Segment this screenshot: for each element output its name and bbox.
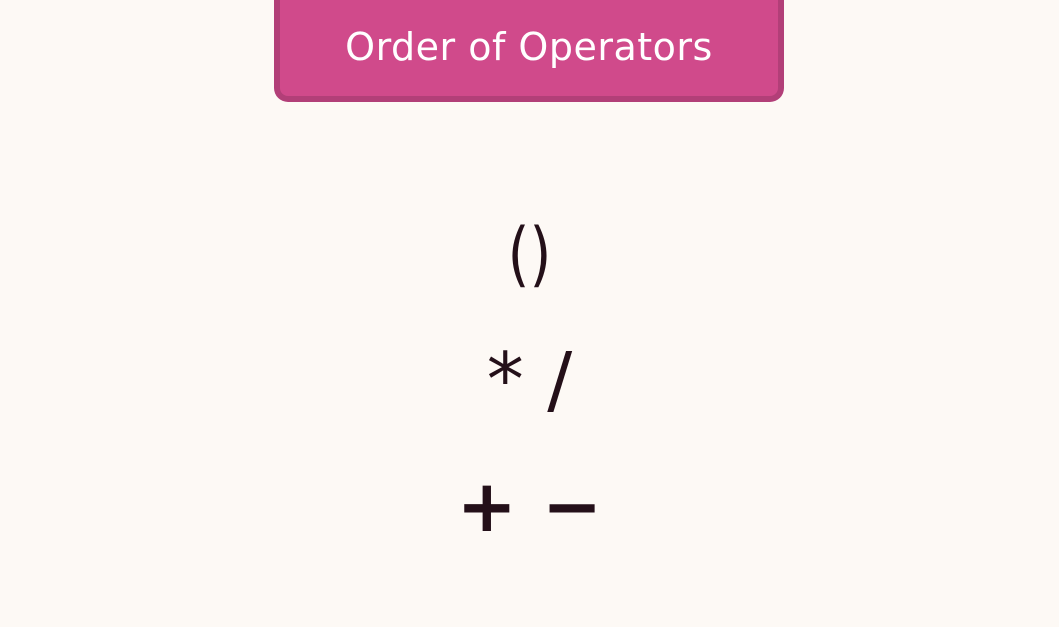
operator-row-add-subtract: + − xyxy=(456,464,603,548)
operator-row-parentheses: () xyxy=(507,213,552,295)
operator-row-multiply-divide: * / xyxy=(486,337,573,423)
banner-title: Order of Operators xyxy=(345,25,713,69)
title-banner: Order of Operators xyxy=(274,0,784,102)
